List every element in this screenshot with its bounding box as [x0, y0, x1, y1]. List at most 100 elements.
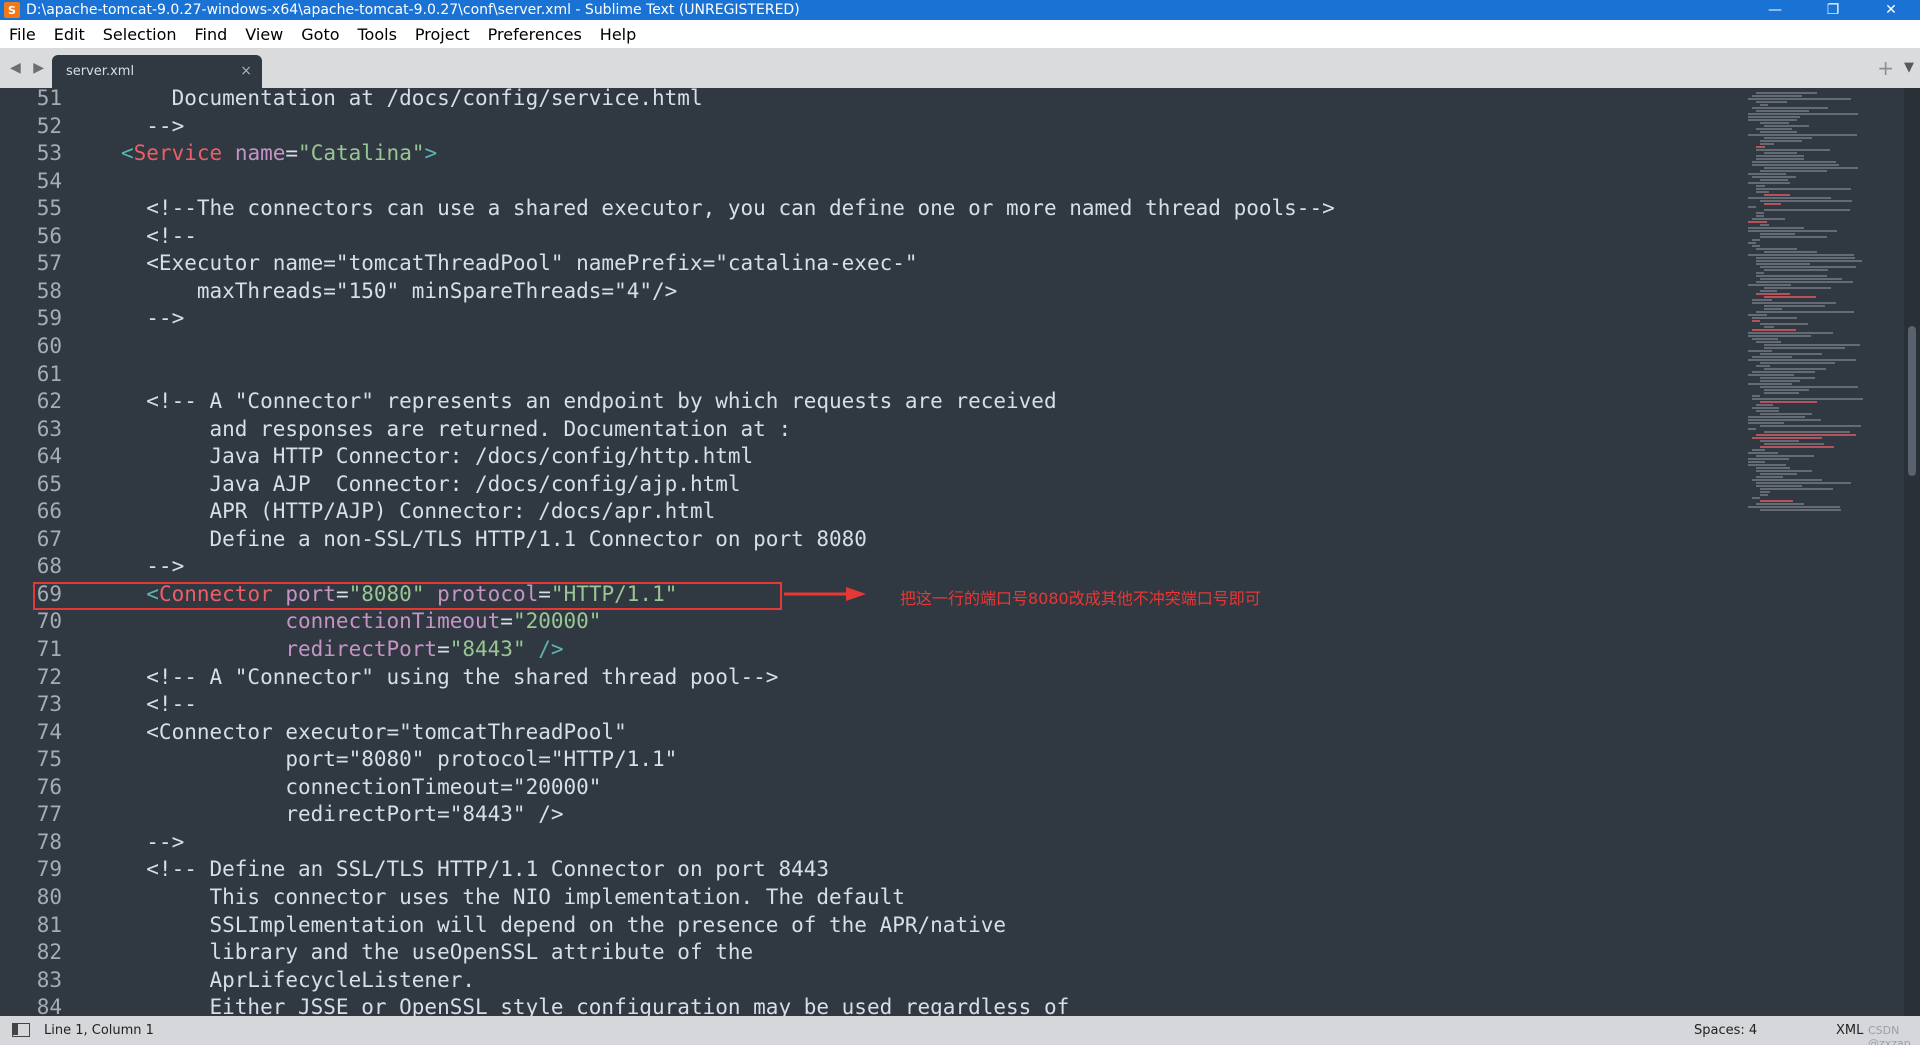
- line-number: 71: [36, 637, 62, 661]
- code-line[interactable]: <!--: [121, 690, 197, 718]
- code-line[interactable]: port="8080" protocol="HTTP/1.1": [121, 745, 677, 773]
- code-line[interactable]: <Service name="Catalina">: [121, 139, 437, 167]
- code-line[interactable]: redirectPort="8443" />: [121, 635, 563, 663]
- minimap-line: [1748, 461, 1765, 463]
- indentation-status[interactable]: Spaces: 4: [1694, 1023, 1757, 1038]
- code-editor[interactable]: 51 52 53 54 55 56 57 58 59 60 61 62 63 64 65 66 67 68 69 70…: [0, 88, 1920, 1016]
- code-line[interactable]: <Connector executor="tomcatThreadPool": [121, 718, 626, 746]
- minimap-line: [1760, 491, 1770, 493]
- minimap-line: [1748, 98, 1851, 100]
- minimap-line: [1748, 314, 1767, 316]
- line-number: 82: [36, 940, 62, 964]
- code-line[interactable]: Define a non-SSL/TLS HTTP/1.1 Connector …: [121, 525, 867, 553]
- code-token: and responses are returned. Documentatio…: [121, 417, 792, 441]
- code-line[interactable]: Java AJP Connector: /docs/config/ajp.htm…: [121, 470, 741, 498]
- scroll-thumb[interactable]: [1908, 326, 1916, 476]
- code-line[interactable]: <Executor name="tomcatThreadPool" namePr…: [121, 249, 917, 277]
- tab-close-icon[interactable]: ×: [240, 63, 252, 79]
- line-number: 79: [36, 857, 62, 881]
- code-line[interactable]: -->: [121, 112, 184, 140]
- code-line[interactable]: Documentation at /docs/config/service.ht…: [121, 88, 703, 112]
- minimap-line: [1752, 449, 1765, 451]
- minimap-line: [1760, 143, 1774, 145]
- minimap-line: [1748, 416, 1805, 418]
- menu-view[interactable]: View: [236, 20, 292, 49]
- code-line[interactable]: Java HTTP Connector: /docs/config/http.h…: [121, 442, 754, 470]
- minimap-line: [1752, 320, 1760, 322]
- code-line[interactable]: SSLImplementation will depend on the pre…: [121, 911, 1007, 939]
- minimap-line: [1760, 425, 1861, 427]
- code-line[interactable]: connectionTimeout="20000": [121, 607, 601, 635]
- code-line[interactable]: library and the useOpenSSL attribute of …: [121, 938, 754, 966]
- minimap-line: [1756, 212, 1764, 214]
- new-tab-icon[interactable]: +: [1877, 56, 1894, 80]
- minimize-button[interactable]: —: [1746, 0, 1804, 20]
- code-line[interactable]: and responses are returned. Documentatio…: [121, 415, 792, 443]
- code-line[interactable]: <!--The connectors can use a shared exec…: [121, 194, 1335, 222]
- menu-bar: File Edit Selection Find View Goto Tools…: [0, 20, 1920, 49]
- line-number: 72: [36, 665, 62, 689]
- tab-menu-icon[interactable]: ▼: [1904, 60, 1914, 75]
- code-line[interactable]: -->: [121, 304, 184, 332]
- menu-help[interactable]: Help: [591, 20, 645, 49]
- code-line[interactable]: <!-- A "Connector" using the shared thre…: [121, 663, 778, 691]
- minimap-line: [1756, 101, 1787, 103]
- syntax-status[interactable]: XML: [1836, 1023, 1863, 1038]
- minimap-line: [1760, 236, 1827, 238]
- minimap-line: [1764, 368, 1826, 370]
- menu-goto[interactable]: Goto: [292, 20, 348, 49]
- menu-file[interactable]: File: [0, 20, 45, 49]
- code-token: Documentation at /docs/config/service.ht…: [121, 88, 703, 110]
- menu-tools[interactable]: Tools: [349, 20, 406, 49]
- code-line[interactable]: <!-- Define an SSL/TLS HTTP/1.1 Connecto…: [121, 855, 829, 883]
- minimap-line: [1756, 263, 1810, 265]
- code-line[interactable]: APR (HTTP/AJP) Connector: /docs/apr.html: [121, 497, 716, 525]
- minimap-line: [1764, 431, 1850, 433]
- minimap-line: [1756, 257, 1855, 259]
- code-token: =: [285, 141, 299, 165]
- minimap-line: [1756, 155, 1804, 157]
- code-line[interactable]: This connector uses the NIO implementati…: [121, 883, 905, 911]
- menu-selection[interactable]: Selection: [94, 20, 186, 49]
- minimap-line: [1756, 215, 1764, 217]
- code-line[interactable]: AprLifecycleListener.: [121, 966, 476, 994]
- menu-preferences[interactable]: Preferences: [479, 20, 591, 49]
- line-number: 74: [36, 720, 62, 744]
- minimap-line: [1764, 305, 1825, 307]
- minimap-line: [1748, 230, 1837, 232]
- code-line[interactable]: redirectPort="8443" />: [121, 800, 563, 828]
- tab-server-xml[interactable]: server.xml ×: [52, 55, 262, 88]
- minimap-line: [1764, 326, 1774, 328]
- code-area[interactable]: Documentation at /docs/config/service.ht…: [121, 88, 1741, 1016]
- restore-button[interactable]: ❐: [1804, 0, 1862, 20]
- close-window-button[interactable]: ✕: [1862, 0, 1920, 20]
- code-line[interactable]: Either JSSE or OpenSSL style configurati…: [121, 993, 1070, 1016]
- minimap-line: [1752, 245, 1760, 247]
- code-line[interactable]: maxThreads="150" minSpareThreads="4"/>: [121, 277, 677, 305]
- minimap-line: [1756, 110, 1809, 112]
- tab-nav-arrows-icon[interactable]: ◀ ▶: [10, 60, 48, 76]
- minimap-line: [1752, 338, 1778, 340]
- minimap-line: [1760, 353, 1822, 355]
- code-token: Define a non-SSL/TLS HTTP/1.1 Connector …: [121, 527, 867, 551]
- vertical-scrollbar[interactable]: [1904, 88, 1920, 1016]
- minimap-line: [1756, 185, 1765, 187]
- line-number: 63: [36, 417, 62, 441]
- line-number-gutter: 51 52 53 54 55 56 57 58 59 60 61 62 63 64 65 66 67 68 69 70…: [0, 88, 92, 1016]
- code-line[interactable]: -->: [121, 552, 184, 580]
- toggle-panel-icon[interactable]: [12, 1023, 30, 1037]
- line-number: 53: [36, 141, 62, 165]
- minimap-line: [1752, 317, 1797, 319]
- menu-edit[interactable]: Edit: [45, 20, 94, 49]
- code-token: -->: [121, 114, 185, 138]
- code-line[interactable]: connectionTimeout="20000": [121, 773, 601, 801]
- minimap[interactable]: [1748, 92, 1870, 512]
- code-token: <!--The connectors can use a shared exec…: [121, 196, 1335, 220]
- menu-project[interactable]: Project: [406, 20, 479, 49]
- code-line[interactable]: <!-- A "Connector" represents an endpoin…: [121, 387, 1056, 415]
- code-token: <!-- Define an SSL/TLS HTTP/1.1 Connecto…: [121, 857, 830, 881]
- code-line[interactable]: <!--: [121, 222, 197, 250]
- code-line[interactable]: -->: [121, 828, 184, 856]
- code-token: <: [121, 141, 134, 165]
- menu-find[interactable]: Find: [186, 20, 237, 49]
